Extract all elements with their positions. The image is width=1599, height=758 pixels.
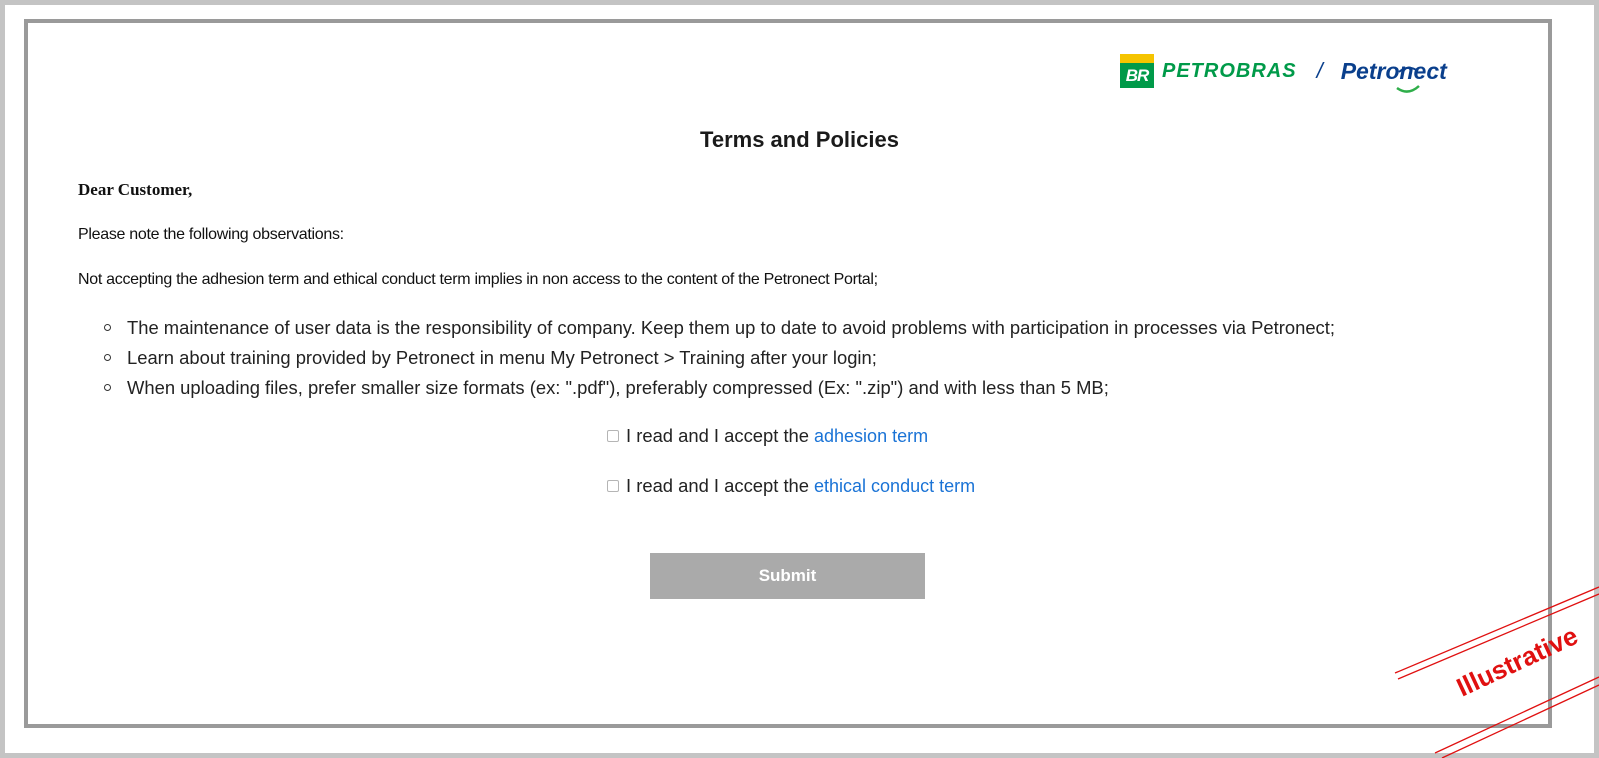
greeting: Dear Customer, — [78, 180, 193, 199]
list-item: The maintenance of user data is the resp… — [104, 316, 1335, 346]
watermark-text: Illustrative — [1452, 620, 1583, 702]
logo-separator: / — [1316, 58, 1323, 83]
bullet-icon — [104, 384, 111, 391]
header-logos: BR PETROBRAS / Petronect — [1120, 52, 1447, 93]
bullet-icon — [104, 354, 111, 361]
list-item: When uploading files, prefer smaller siz… — [104, 376, 1335, 406]
ethical-consent-label: I read and I accept the — [626, 475, 810, 496]
page-title: Terms and Policies — [700, 127, 899, 152]
ethical-conduct-term-link[interactable]: ethical conduct term — [814, 476, 975, 497]
illustrative-watermark: Illustrative — [1394, 586, 1599, 758]
adhesion-term-link[interactable]: adhesion term — [814, 426, 928, 447]
notice-text: Not accepting the adhesion term and ethi… — [78, 271, 878, 288]
adhesion-consent-label: I read and I accept the — [626, 425, 810, 446]
petrobras-logo-text: PETROBRAS — [1162, 59, 1297, 82]
intro-text: Please note the following observations: — [78, 226, 344, 243]
ethical-consent-row: I read and I accept the ethical conduct … — [607, 475, 975, 497]
list-item: Learn about training provided by Petrone… — [104, 346, 1335, 376]
bullet-icon — [104, 324, 111, 331]
petronect-logo: Petronect — [1341, 58, 1447, 93]
ethical-conduct-term-checkbox[interactable] — [607, 480, 619, 492]
adhesion-term-checkbox[interactable] — [607, 430, 619, 442]
adhesion-consent-row: I read and I accept the adhesion term — [607, 425, 928, 447]
petronect-swoosh-icon — [1395, 66, 1420, 93]
petrobras-br-logo-icon: BR — [1120, 54, 1154, 88]
submit-button[interactable]: Submit — [650, 553, 925, 599]
observations-list: The maintenance of user data is the resp… — [104, 316, 1335, 406]
